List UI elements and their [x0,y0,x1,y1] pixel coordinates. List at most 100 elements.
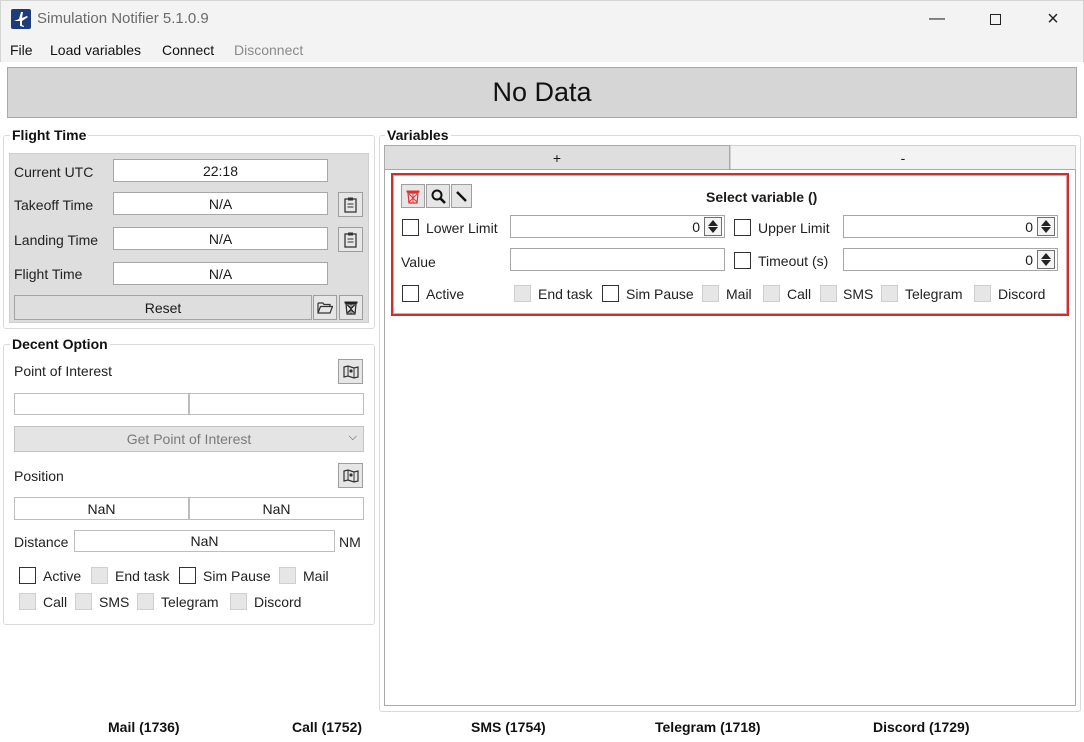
pick-variable-button[interactable] [451,184,472,208]
descent-end-task-label: End task [115,568,170,584]
lower-limit-label: Lower Limit [426,220,498,236]
var-sms-checkbox[interactable] [820,285,837,302]
descent-sim-pause-checkbox[interactable] [179,567,196,584]
descent-discord-label: Discord [254,594,302,610]
lower-limit-checkbox[interactable] [402,219,419,236]
descent-active-checkbox[interactable] [19,567,36,584]
footer-sms-count: SMS (1754) [471,719,546,735]
poi-longitude-field[interactable] [189,393,364,415]
distance-label: Distance [14,534,69,550]
var-telegram-checkbox[interactable] [881,285,898,302]
menu-load-variables[interactable]: Load variables [50,42,141,58]
upper-limit-spinner[interactable] [1037,217,1055,236]
clipboard-icon [344,197,357,213]
descent-telegram-label: Telegram [161,594,219,610]
descent-mail-checkbox[interactable] [279,567,296,584]
lower-limit-value: 0 [692,218,700,235]
copy-takeoff-button[interactable] [338,192,363,217]
status-banner: No Data [7,67,1077,118]
arrow-down-icon[interactable] [1041,227,1051,233]
descent-option-title: Decent Option [10,336,110,352]
footer-discord-count: Discord (1729) [873,719,970,735]
arrow-down-icon[interactable] [1041,260,1051,266]
flight-time-field: N/A [113,262,328,285]
value-input[interactable] [510,248,725,271]
maximize-button[interactable] [966,0,1024,38]
delete-variable-button[interactable] [401,184,425,208]
add-variable-tab[interactable]: + [384,145,730,170]
get-poi-dropdown[interactable]: Get Point of Interest ⌵ [14,426,364,452]
copy-landing-button[interactable] [338,227,363,252]
select-variable-label[interactable]: Select variable () [706,189,817,205]
descent-sim-pause-label: Sim Pause [203,568,271,584]
minimize-icon: — [929,10,945,27]
footer-call-count: Call (1752) [292,719,363,735]
close-button[interactable]: × [1024,0,1082,38]
open-folder-button[interactable] [313,295,337,320]
trash-icon [344,301,358,315]
var-call-label: Call [787,286,812,302]
var-sim-pause-label: Sim Pause [626,286,694,302]
descent-telegram-checkbox[interactable] [137,593,154,610]
trash-icon [406,190,420,204]
lower-limit-input[interactable]: 0 [510,215,725,238]
chevron-down-icon: ⌵ [348,431,357,443]
takeoff-time-field: N/A [113,192,328,215]
arrow-down-icon[interactable] [708,227,718,233]
clipboard-icon [344,232,357,248]
descent-call-label: Call [43,594,68,610]
flight-time-label: Flight Time [14,266,83,282]
descent-sms-label: SMS [99,594,130,610]
footer-telegram-count: Telegram (1718) [655,719,761,735]
menu-disconnect[interactable]: Disconnect [234,42,303,58]
menu-connect[interactable]: Connect [162,42,214,58]
position-longitude-field: NaN [189,497,364,520]
var-call-checkbox[interactable] [763,285,780,302]
lower-limit-spinner[interactable] [704,217,722,236]
landing-time-field: N/A [113,227,328,250]
upper-limit-checkbox[interactable] [734,219,751,236]
descent-sms-checkbox[interactable] [75,593,92,610]
search-variable-button[interactable] [426,184,450,208]
descent-call-checkbox[interactable] [19,593,36,610]
descent-active-label: Active [43,568,82,584]
airplane-icon [11,9,31,29]
current-utc-field: 22:18 [113,159,328,182]
magnifier-icon [431,189,446,204]
window-title: Simulation Notifier 5.1.0.9 [37,10,209,27]
var-mail-checkbox[interactable] [702,285,719,302]
descent-end-task-checkbox[interactable] [91,567,108,584]
var-telegram-label: Telegram [905,286,963,302]
timeout-label: Timeout (s) [758,253,829,269]
timeout-spinner[interactable] [1037,250,1055,269]
poi-label: Point of Interest [14,363,113,379]
reset-button[interactable]: Reset [14,295,312,320]
var-active-checkbox[interactable] [402,285,419,302]
maximize-icon [989,13,1001,25]
upper-limit-input[interactable]: 0 [843,215,1058,238]
footer-mail-count: Mail (1736) [108,719,180,735]
var-mail-label: Mail [726,286,752,302]
close-icon: × [1047,7,1059,30]
var-active-label: Active [426,286,465,302]
minimize-button[interactable]: — [908,0,966,38]
poi-latitude-field[interactable] [14,393,189,415]
arrow-up-icon[interactable] [1041,220,1051,226]
map-icon [342,364,359,379]
descent-discord-checkbox[interactable] [230,593,247,610]
timeout-input[interactable]: 0 [843,248,1058,271]
upper-limit-label: Upper Limit [758,220,830,236]
remove-variable-tab[interactable]: - [730,145,1076,170]
menu-file[interactable]: File [10,42,33,58]
arrow-up-icon[interactable] [708,220,718,226]
var-discord-checkbox[interactable] [974,285,991,302]
var-sim-pause-checkbox[interactable] [602,285,619,302]
position-map-button[interactable] [338,463,363,488]
arrow-up-icon[interactable] [1041,253,1051,259]
poi-map-button[interactable] [338,359,363,384]
var-end-task-checkbox[interactable] [514,285,531,302]
distance-unit: NM [339,534,361,550]
clear-times-button[interactable] [339,295,363,320]
timeout-checkbox[interactable] [734,252,751,269]
get-poi-label: Get Point of Interest [126,431,252,447]
